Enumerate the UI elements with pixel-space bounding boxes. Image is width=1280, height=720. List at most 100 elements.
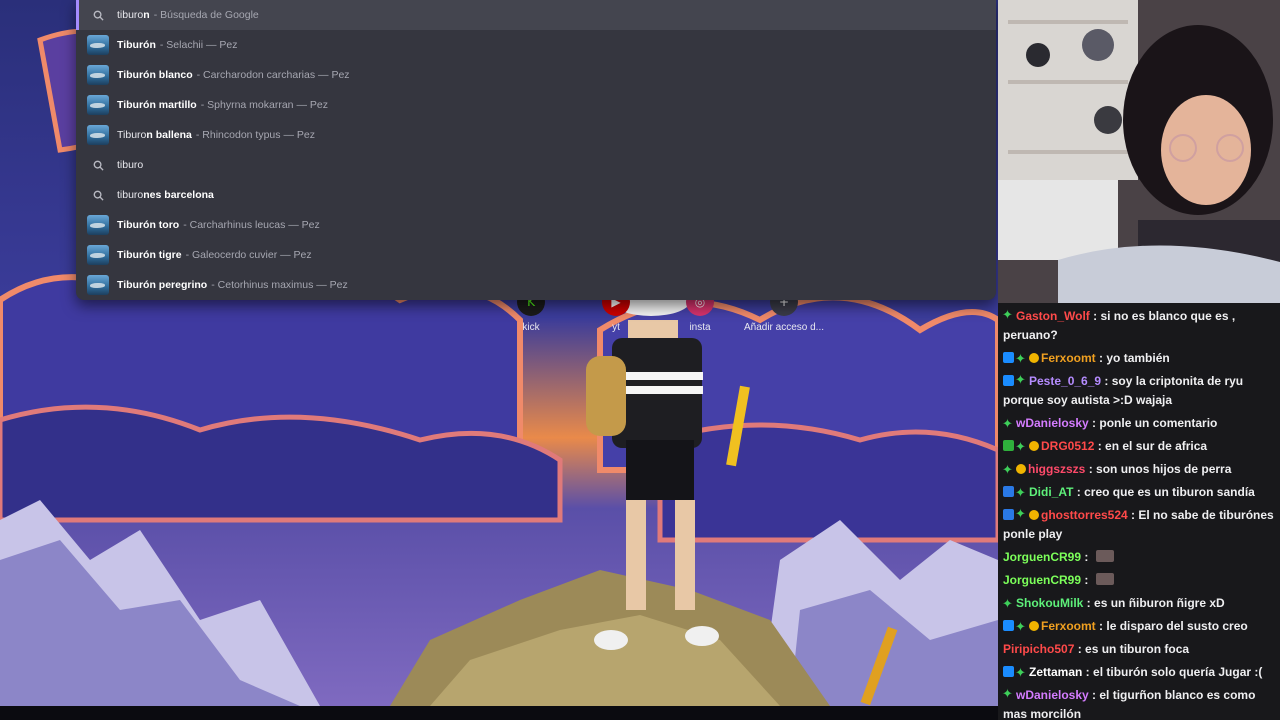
chat-username[interactable]: Gaston_Wolf	[1016, 309, 1090, 323]
stream-screen: K kick ▶ yt ◎ insta + Añadir acceso d...…	[0, 0, 1280, 720]
shortcut-label: insta	[689, 322, 711, 333]
blue-badge-icon	[1003, 486, 1014, 497]
vip-badge-icon	[1003, 666, 1014, 677]
chat-separator: :	[1095, 351, 1107, 365]
suggestion-row[interactable]: Tiburon ballena - Rhincodon typus — Pez	[76, 120, 996, 150]
chat-separator: :	[1082, 665, 1094, 679]
suggestion-title: tiburo	[117, 159, 144, 171]
suggestion-title: Tiburón	[117, 39, 156, 51]
chat-message: wDanielosky : ponle un comentario	[1002, 412, 1277, 436]
chat-username[interactable]: wDanielosky	[1016, 688, 1089, 702]
suggestion-title: Tiburon ballena	[117, 129, 192, 141]
chat-text: es un tiburon foca	[1085, 642, 1190, 656]
chat-username[interactable]: Zettaman	[1029, 665, 1082, 679]
chat-username[interactable]: Peste_0_6_9	[1029, 374, 1101, 388]
chat-separator: :	[1095, 619, 1107, 633]
shark-thumbnail	[87, 95, 109, 115]
chat-message: DRG0512 : en el sur de africa	[1003, 435, 1277, 459]
chat-separator: :	[1083, 596, 1095, 610]
chat-text: son unos hijos de perra	[1096, 462, 1232, 476]
suggestion-row[interactable]: Tiburón peregrino - Cetorhinus maximus —…	[76, 270, 996, 300]
gold-badge-icon	[1016, 464, 1026, 474]
chat-message: Didi_AT : creo que es un tiburon sandía	[1003, 481, 1277, 505]
suggestion-title: Tiburón blanco	[117, 69, 193, 81]
shortcut-label: yt	[612, 322, 620, 333]
emote-icon	[1095, 573, 1114, 585]
chat-message: Ferxoomt : le disparo del susto creo	[1003, 615, 1277, 639]
chat-username[interactable]: ghosttorres524	[1041, 508, 1128, 522]
cube-badge-icon	[1003, 440, 1014, 451]
dia-badge-icon	[1015, 348, 1027, 371]
suggestion-subtitle: - Selachii — Pez	[159, 39, 238, 51]
chat-separator: :	[1088, 688, 1100, 702]
chat-username[interactable]: DRG0512	[1041, 439, 1094, 453]
chat-username[interactable]: JorguenCR99	[1003, 573, 1081, 587]
suggestion-subtitle: - Búsqueda de Google	[153, 9, 259, 21]
vip-badge-icon	[1003, 352, 1014, 363]
dia-badge-icon	[1002, 593, 1014, 616]
suggestion-row[interactable]: Tiburón toro - Carcharhinus leucas — Pez	[76, 210, 996, 240]
chat-text: yo también	[1106, 351, 1170, 365]
suggestion-row[interactable]: Tiburón martillo - Sphyrna mokarran — Pe…	[76, 90, 996, 120]
dia-badge-icon	[1002, 306, 1014, 325]
chat-separator: :	[1089, 309, 1101, 323]
chat-username[interactable]: Piripicho507	[1003, 642, 1074, 656]
dia-badge-icon	[1002, 459, 1014, 482]
shortcut-label: Añadir acceso d...	[743, 322, 825, 333]
suggestion-row[interactable]: Tiburón - Selachii — Pez	[76, 30, 996, 60]
suggestion-row[interactable]: tiburones barcelona	[76, 180, 996, 210]
chat-text: el tiburón solo quería Jugar :(	[1093, 665, 1263, 679]
chat-message: JorguenCR99 :	[1003, 569, 1277, 592]
dia-badge-icon	[1015, 662, 1027, 685]
chat-message: JorguenCR99 :	[1003, 546, 1277, 569]
chat-message: Peste_0_6_9 : soy la criptonita de ryu p…	[1003, 370, 1277, 412]
suggestion-row[interactable]: Tiburón tigre - Galeocerdo cuvier — Pez	[76, 240, 996, 270]
webcam-feed	[998, 0, 1280, 303]
shortcut-label: kick	[522, 322, 540, 333]
suggestion-title: Tiburón martillo	[117, 99, 197, 111]
suggestion-title: tiburon	[117, 9, 150, 21]
search-icon	[87, 155, 109, 175]
emote-icon	[1095, 550, 1114, 562]
dia-badge-icon	[1015, 505, 1027, 524]
chat-username[interactable]: Ferxoomt	[1041, 351, 1096, 365]
shark-thumbnail	[87, 125, 109, 145]
suggestion-subtitle: - Galeocerdo cuvier — Pez	[185, 249, 312, 261]
suggestion-title: Tiburón tigre	[117, 249, 182, 261]
chat-text: es un ñiburon ñigre xD	[1094, 596, 1225, 610]
suggestion-title: Tiburón toro	[117, 219, 180, 231]
suggestion-title: Tiburón peregrino	[117, 279, 208, 291]
chat-message: Gaston_Wolf : si no es blanco que es , p…	[1002, 305, 1277, 347]
search-icon	[87, 185, 109, 205]
vip-badge-icon	[1003, 620, 1014, 631]
chat-message: Piripicho507 : es un tiburon foca	[1003, 638, 1277, 661]
search-icon	[87, 5, 109, 25]
chat-username[interactable]: higgszszs	[1028, 462, 1085, 476]
chat-username[interactable]: Ferxoomt	[1041, 619, 1096, 633]
shark-thumbnail	[87, 65, 109, 85]
suggestion-row[interactable]: Tiburón blanco - Carcharodon carcharias …	[76, 60, 996, 90]
chat-text: le disparo del susto creo	[1106, 619, 1248, 633]
chat-text: ponle un comentario	[1099, 416, 1218, 430]
suggestion-subtitle: - Rhincodon typus — Pez	[195, 129, 315, 141]
chat-username[interactable]: ShokouMilk	[1016, 596, 1083, 610]
chat-separator: :	[1073, 485, 1085, 499]
chat-text: en el sur de africa	[1105, 439, 1208, 453]
gold-badge-icon	[1029, 441, 1039, 451]
suggestion-row[interactable]: tiburon - Búsqueda de Google	[76, 0, 996, 30]
chat-username[interactable]: wDanielosky	[1016, 416, 1089, 430]
chat-username[interactable]: Didi_AT	[1029, 485, 1073, 499]
gold-badge-icon	[1029, 621, 1039, 631]
vip-badge-icon	[1003, 375, 1014, 386]
chat-username[interactable]: JorguenCR99	[1003, 550, 1081, 564]
chat-separator: :	[1081, 550, 1092, 564]
shark-thumbnail	[87, 245, 109, 265]
chat-message: wDanielosky : el tigurñon blanco es como…	[1002, 684, 1277, 720]
chat-message: Ferxoomt : yo también	[1003, 347, 1277, 371]
suggestion-subtitle: - Cetorhinus maximus — Pez	[211, 279, 348, 291]
dia-badge-icon	[1015, 371, 1027, 390]
suggestion-subtitle: - Sphyrna mokarran — Pez	[200, 99, 328, 111]
chat-panel: Gaston_Wolf : si no es blanco que es , p…	[998, 303, 1280, 720]
suggestion-subtitle: - Carcharhinus leucas — Pez	[183, 219, 320, 231]
suggestion-row[interactable]: tiburo	[76, 150, 996, 180]
